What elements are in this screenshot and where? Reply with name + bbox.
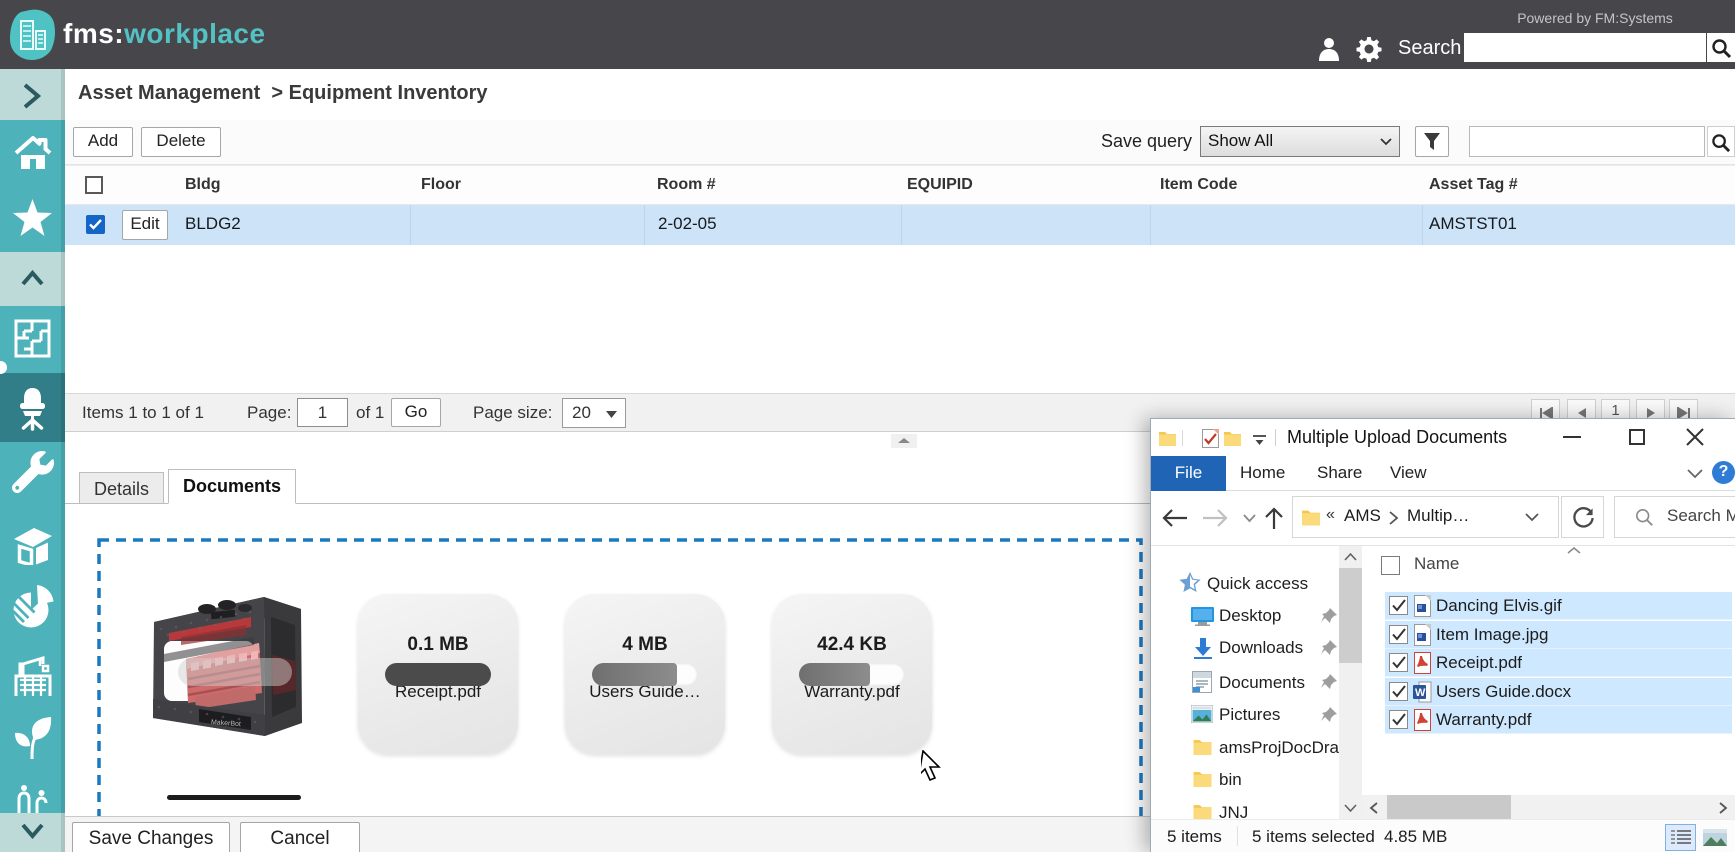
svg-text:W: W (1415, 687, 1426, 699)
